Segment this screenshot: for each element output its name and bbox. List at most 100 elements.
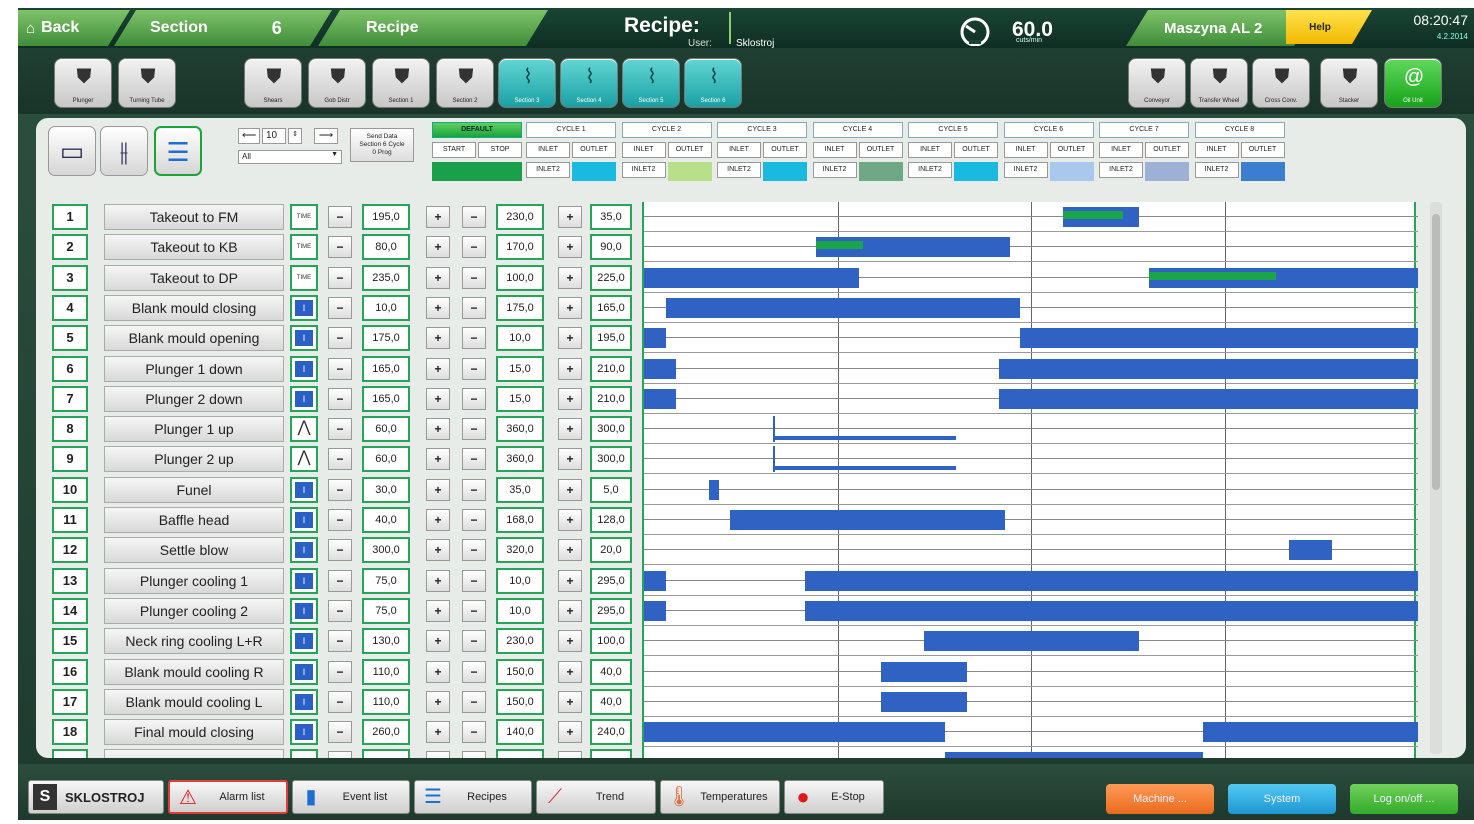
off-angle-plus-button[interactable]: +: [558, 206, 582, 228]
timing-diagram[interactable]: [642, 202, 1418, 758]
off-angle-plus-button[interactable]: +: [558, 296, 582, 319]
outlet-button[interactable]: OUTLET: [1145, 142, 1189, 158]
temperatures-button[interactable]: 🌡 Temperatures: [660, 780, 780, 814]
off-angle-plus-button[interactable]: +: [558, 539, 582, 562]
on-angle-value[interactable]: 165,0: [362, 355, 410, 382]
inlet-button[interactable]: INLET: [621, 142, 666, 158]
off-angle-minus-button[interactable]: −: [462, 206, 486, 228]
function-name-button[interactable]: Blank mould closing: [104, 294, 284, 321]
off-angle-value[interactable]: 10,0: [496, 567, 544, 594]
inlet-button[interactable]: INLET: [1099, 142, 1143, 158]
off-angle-value[interactable]: 150,0: [496, 658, 544, 685]
on-angle-value[interactable]: 195,0: [362, 204, 410, 230]
shears-button[interactable]: ⛊ Shears: [244, 58, 302, 108]
stacker-button[interactable]: ⛊ Stacker: [1320, 58, 1378, 108]
function-name-button[interactable]: Final mould closing: [104, 719, 284, 746]
inlet2-button[interactable]: INLET2: [526, 162, 570, 178]
mode-indicator[interactable]: I: [290, 719, 318, 746]
on-angle-value[interactable]: 60,0: [362, 416, 410, 443]
function-name-button[interactable]: Plunger 2 down: [104, 385, 284, 412]
mode-indicator[interactable]: I: [290, 476, 318, 503]
on-angle-plus-button[interactable]: +: [426, 569, 450, 592]
function-name-button[interactable]: Funel: [104, 476, 284, 503]
on-angle-value[interactable]: 75,0: [362, 597, 410, 624]
back-button[interactable]: ⌂ Back: [18, 10, 130, 46]
off-angle-minus-button[interactable]: −: [462, 478, 486, 501]
scrollbar-thumb[interactable]: [1432, 214, 1440, 490]
on-angle-minus-button[interactable]: −: [328, 478, 352, 501]
on-angle-minus-button[interactable]: −: [328, 539, 352, 562]
off-angle-plus-button[interactable]: +: [558, 387, 582, 410]
timing-view-button[interactable]: ☰: [154, 126, 202, 176]
on-angle-plus-button[interactable]: +: [426, 327, 450, 350]
on-angle-minus-button[interactable]: −: [328, 660, 352, 683]
off-angle-value[interactable]: 15,0: [496, 355, 544, 382]
outlet-button[interactable]: OUTLET: [667, 142, 712, 158]
on-angle-value[interactable]: [362, 749, 410, 758]
timing-bar[interactable]: [665, 297, 1021, 318]
on-angle-plus-button[interactable]: +: [426, 539, 450, 562]
mode-indicator[interactable]: I: [290, 567, 318, 594]
off-angle-value[interactable]: [496, 749, 544, 758]
on-angle-value[interactable]: 75,0: [362, 567, 410, 594]
function-name-button[interactable]: Baffle head: [104, 507, 284, 533]
on-angle-plus-button[interactable]: +: [426, 478, 450, 501]
conveyor-button[interactable]: ⛊ Conveyor: [1128, 58, 1186, 108]
inlet-button[interactable]: INLET: [1003, 142, 1048, 158]
timing-bar[interactable]: [644, 722, 945, 743]
inlet2-button[interactable]: INLET2: [621, 162, 666, 178]
on-angle-plus-button[interactable]: +: [426, 509, 450, 531]
off-angle-plus-button[interactable]: +: [558, 630, 582, 653]
on-angle-minus-button[interactable]: −: [328, 387, 352, 410]
on-angle-minus-button[interactable]: −: [328, 236, 352, 259]
off-angle-minus-button[interactable]: −: [462, 448, 486, 471]
function-name-button[interactable]: Takeout to KB: [104, 234, 284, 261]
on-angle-plus-button[interactable]: +: [426, 266, 450, 289]
recipes-button[interactable]: ☰ Recipes: [414, 780, 532, 814]
section-selector[interactable]: Section 6: [114, 10, 332, 46]
event-list-button[interactable]: ▮ Event list: [292, 780, 410, 814]
off-angle-plus-button[interactable]: +: [558, 418, 582, 441]
off-angle-value[interactable]: 360,0: [496, 446, 544, 473]
off-angle-plus-button[interactable]: +: [558, 509, 582, 531]
on-angle-minus-button[interactable]: −: [328, 509, 352, 531]
on-angle-minus-button[interactable]: −: [328, 630, 352, 653]
off-angle-minus-button[interactable]: −: [462, 509, 486, 531]
sliders-view-button[interactable]: ⫲: [100, 126, 148, 176]
step-spinner[interactable]: ⇕: [288, 128, 302, 144]
function-name-button[interactable]: Plunger 2 up: [104, 446, 284, 473]
off-angle-minus-button[interactable]: −: [462, 751, 486, 758]
mode-indicator[interactable]: I: [290, 507, 318, 533]
function-name-button[interactable]: Blank mould opening: [104, 325, 284, 352]
timing-bar[interactable]: [1203, 722, 1418, 743]
timing-bar[interactable]: [644, 358, 677, 379]
outlet-button[interactable]: OUTLET: [763, 142, 807, 158]
off-angle-minus-button[interactable]: −: [462, 539, 486, 562]
on-angle-plus-button[interactable]: +: [426, 206, 450, 228]
off-angle-minus-button[interactable]: −: [462, 236, 486, 259]
filter-select[interactable]: All ▼: [238, 150, 342, 164]
inlet-button[interactable]: INLET: [908, 142, 952, 158]
on-angle-plus-button[interactable]: +: [426, 448, 450, 471]
off-angle-value[interactable]: 230,0: [496, 628, 544, 655]
inlet-button[interactable]: INLET: [812, 142, 857, 158]
inlet2-button[interactable]: INLET2: [1194, 162, 1239, 178]
on-angle-value[interactable]: 175,0: [362, 325, 410, 352]
timing-bar[interactable]: [644, 328, 666, 349]
send-data-button[interactable]: Send Data Section 6 Cycle 0 Prog: [350, 128, 414, 162]
function-name-button[interactable]: Takeout to DP: [104, 264, 284, 291]
timing-bar[interactable]: [730, 510, 1006, 530]
off-angle-value[interactable]: 10,0: [496, 325, 544, 352]
mode-indicator[interactable]: I: [290, 597, 318, 624]
section-6-button[interactable]: ⌇ Section 6: [684, 58, 742, 108]
inlet2-button[interactable]: INLET2: [717, 162, 761, 178]
mode-indicator[interactable]: TIME: [290, 264, 318, 291]
gob-distr-button[interactable]: ⛊ Gob Distr: [308, 58, 366, 108]
off-angle-value[interactable]: 35,0: [496, 476, 544, 503]
timing-bar[interactable]: [644, 600, 666, 621]
on-angle-minus-button[interactable]: −: [328, 690, 352, 713]
mode-indicator[interactable]: I: [290, 355, 318, 382]
on-angle-minus-button[interactable]: −: [328, 448, 352, 471]
mode-indicator[interactable]: I: [290, 325, 318, 352]
off-angle-value[interactable]: 170,0: [496, 234, 544, 261]
